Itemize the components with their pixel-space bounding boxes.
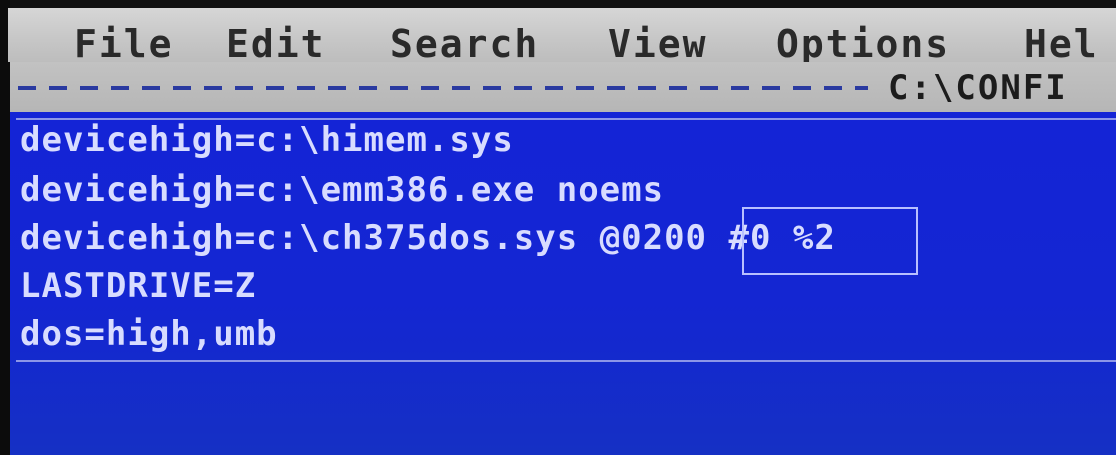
code-line-2[interactable]: devicehigh=c:\emm386.exe noems	[20, 170, 664, 210]
title-dash-line	[18, 82, 868, 94]
menu-bar: File Edit Search View Options Hel	[8, 8, 1116, 64]
code-line-5[interactable]: dos=high,umb	[20, 314, 278, 354]
dos-edit-screen: File Edit Search View Options Hel C:\CON…	[0, 0, 1116, 455]
menu-options[interactable]: Options	[776, 24, 950, 64]
menu-file[interactable]: File	[74, 24, 174, 64]
file-name: C:\CONFI	[888, 68, 1068, 108]
menu-edit[interactable]: Edit	[226, 24, 326, 64]
menu-view[interactable]: View	[608, 24, 708, 64]
code-line-3[interactable]: devicehigh=c:\ch375dos.sys @0200 #0 %2	[20, 218, 836, 258]
code-line-4[interactable]: LASTDRIVE=Z	[20, 266, 256, 306]
screen-bezel	[0, 0, 10, 455]
menu-help[interactable]: Hel	[1024, 24, 1099, 64]
code-line-1[interactable]: devicehigh=c:\himem.sys	[20, 120, 514, 160]
editor-area[interactable]: devicehigh=c:\himem.sys devicehigh=c:\em…	[10, 112, 1116, 455]
title-bar: C:\CONFI	[10, 62, 1116, 112]
menu-search[interactable]: Search	[390, 24, 539, 64]
